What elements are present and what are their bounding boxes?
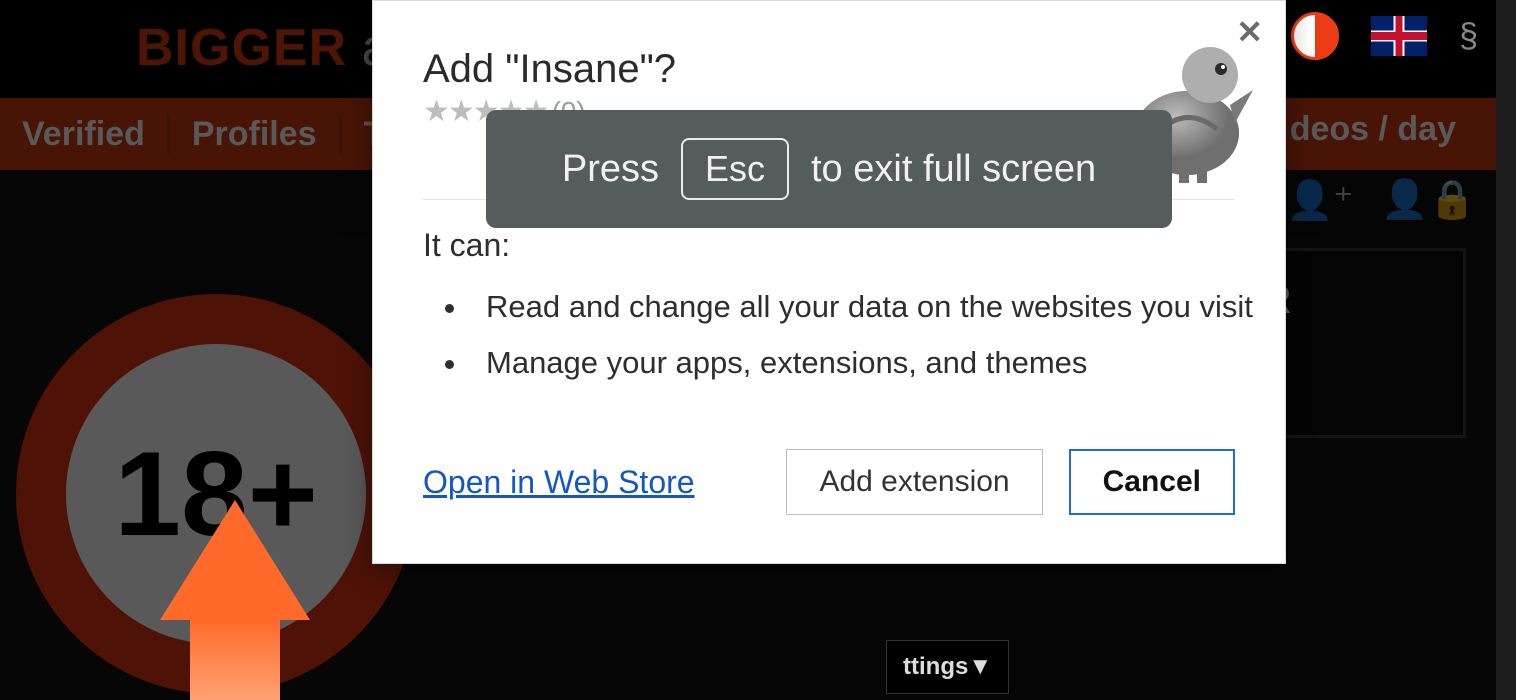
bg-videos-per-day: deos / day <box>1290 110 1456 149</box>
cancel-button[interactable]: Cancel <box>1069 449 1235 515</box>
nav-profiles[interactable]: Profiles <box>178 115 331 154</box>
esc-keycap: Esc <box>681 138 789 200</box>
dialog-title: Add "Insane"? <box>423 47 1235 92</box>
permissions-heading: It can: <box>423 227 510 264</box>
dialog-buttons: Add extension Cancel <box>786 449 1235 515</box>
settings-dropdown[interactable]: ttings▼ <box>886 640 1009 694</box>
top-right-icons: § <box>1291 12 1478 60</box>
nav-verified[interactable]: Verified <box>8 115 159 154</box>
add-extension-button[interactable]: Add extension <box>786 449 1042 515</box>
permissions-list: Read and change all your data on the web… <box>445 279 1253 391</box>
nav-separator <box>167 114 170 154</box>
user-lock-icon[interactable]: 👤🔒 <box>1381 178 1476 223</box>
vertical-scrollbar[interactable] <box>1496 0 1516 700</box>
toast-rest-text: to exit full screen <box>811 148 1096 191</box>
page-root: BIGGER and Verified Profiles Ta deos / d… <box>0 0 1516 700</box>
open-web-store-link[interactable]: Open in Web Store <box>423 464 695 501</box>
add-extension-dialog: ✕ Add "Insane"? ★★★★★ (0) It can: Read <box>372 0 1286 564</box>
dialog-footer: Open in Web Store Add extension Cancel <box>423 449 1235 515</box>
uk-flag-icon[interactable] <box>1371 16 1427 56</box>
arrow-head-icon <box>160 500 310 620</box>
fullscreen-exit-toast: Press Esc to exit full screen <box>486 110 1172 228</box>
bg-headline-bigger: BIGGER <box>136 19 347 77</box>
add-user-icon[interactable]: 👤⁺ <box>1286 178 1353 223</box>
nav-separator <box>339 114 342 154</box>
toast-press-text: Press <box>562 148 659 191</box>
permission-item: Manage your apps, extensions, and themes <box>445 335 1253 391</box>
squiggle-icon[interactable]: § <box>1459 17 1478 56</box>
orange-up-arrow <box>160 500 310 700</box>
contrast-icon[interactable] <box>1291 12 1339 60</box>
arrow-stem <box>190 620 280 700</box>
permission-item: Read and change all your data on the web… <box>445 279 1253 335</box>
